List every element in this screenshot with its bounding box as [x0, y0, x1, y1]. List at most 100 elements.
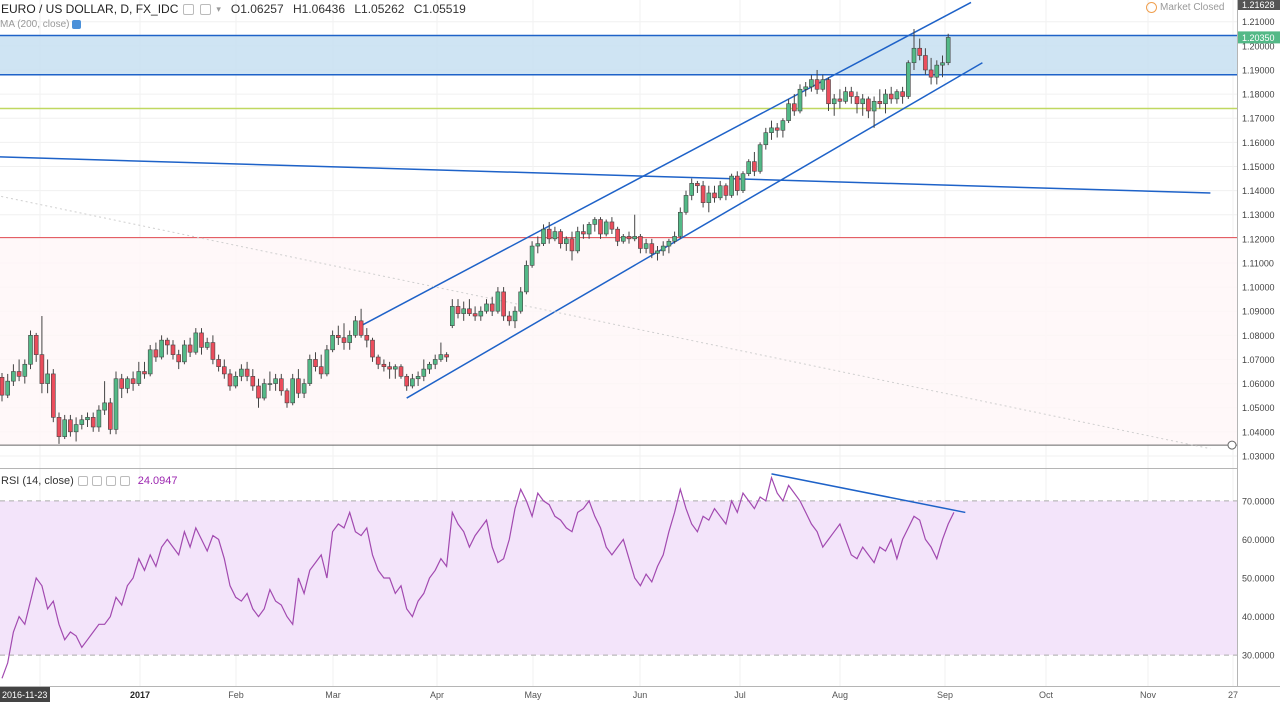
candle-body: [666, 240, 672, 247]
price-tick-label: 1.21000: [1242, 17, 1275, 27]
candle-body: [227, 373, 233, 387]
candle-body: [432, 359, 438, 365]
candle-body: [871, 101, 877, 112]
candle-body: [569, 238, 575, 252]
candle-body: [261, 383, 267, 399]
level-handle: [1227, 440, 1237, 450]
low-value: L1.05262: [354, 2, 405, 16]
candle-body: [278, 378, 284, 392]
candle-body: [489, 303, 495, 312]
visibility-icon[interactable]: [200, 3, 212, 15]
price-tick-label: 1.03000: [1242, 451, 1275, 461]
candle-body: [529, 245, 535, 266]
candle-body: [250, 376, 256, 387]
rsi-legend[interactable]: RSI (14, close) 24.0947: [1, 475, 178, 487]
candle-body: [353, 320, 358, 336]
candle-body: [615, 228, 620, 242]
price-tick-label: 1.04000: [1242, 427, 1275, 437]
candle-body: [786, 103, 791, 121]
price-tick-label: 1.18000: [1242, 90, 1275, 100]
top-price-label: 1.21628: [1242, 0, 1275, 10]
ma-legend[interactable]: MA (200, close): [0, 19, 82, 30]
time-axis[interactable]: 2016-11-23 2017 Feb Mar Apr May Jun Jul Aug Sep Oc…: [0, 687, 1280, 702]
candle-body: [649, 243, 655, 254]
time-tick-label: 27: [1228, 690, 1238, 700]
close-icon[interactable]: [119, 476, 130, 486]
ohlc-values: O1.06257 H1.06436 L1.05262 C1.05519: [231, 2, 472, 16]
candle-body: [438, 354, 444, 360]
candle-body: [934, 64, 940, 78]
candle-body: [130, 378, 136, 384]
candle-body: [809, 79, 814, 88]
candle-body: [28, 335, 33, 365]
price-tick-label: 1.15000: [1242, 162, 1275, 172]
candle-body: [204, 342, 210, 348]
candle-body: [655, 250, 660, 254]
settings-icon[interactable]: [77, 476, 88, 486]
candle-body: [33, 335, 39, 355]
time-tick-label: Jul: [734, 690, 746, 700]
candle-body: [660, 245, 666, 252]
candle-body: [375, 356, 381, 365]
candle-body: [923, 55, 928, 71]
visibility-icon[interactable]: [91, 476, 102, 486]
time-tick-label: Sep: [937, 690, 953, 700]
candle-body: [478, 310, 484, 317]
market-status: Market Closed: [1146, 2, 1224, 13]
candle-body: [632, 236, 638, 240]
price-tick-label: 1.12000: [1242, 234, 1275, 244]
time-tick-label: Mar: [325, 690, 341, 700]
candle-body: [700, 185, 706, 203]
candle-body: [96, 409, 102, 428]
close-value: C1.05519: [413, 2, 466, 16]
candle-body: [187, 344, 193, 353]
candle-body: [335, 335, 341, 339]
candle-body: [677, 211, 683, 237]
candle-body: [113, 378, 119, 430]
symbol-title[interactable]: EURO / US DOLLAR, D, FX_IDC: [1, 2, 178, 16]
settings-icon[interactable]: [183, 3, 195, 15]
add-icon[interactable]: [105, 476, 116, 486]
candle-body: [193, 332, 199, 353]
candle-body: [125, 378, 130, 389]
rsi-value: 24.0947: [137, 475, 178, 487]
candle-body: [603, 221, 609, 235]
candle-body: [780, 120, 786, 131]
candle-body: [774, 127, 780, 131]
candle-body: [449, 306, 455, 326]
rsi-band: [0, 500, 1237, 656]
candle-body: [273, 378, 278, 384]
candle-body: [535, 243, 541, 247]
chart-canvas[interactable]: 1.03000 1.04000 1.05000 1.06000 1.07000 1.080…: [0, 0, 1280, 702]
price-axis[interactable]: 1.03000 1.04000 1.05000 1.06000 1.07000 1.080…: [1237, 0, 1280, 686]
candle-body: [392, 366, 398, 370]
candle-body: [888, 93, 894, 100]
candle-body: [524, 265, 529, 293]
trendline-long_descending: [0, 156, 1211, 194]
candle-body: [267, 383, 273, 385]
rsi-plot[interactable]: [0, 473, 1280, 687]
open-value: O1.06257: [230, 2, 284, 16]
candle-body: [695, 183, 700, 187]
rsi-tick-label: 70.0000: [1242, 496, 1275, 506]
rsi-tick-label: 40.0000: [1242, 612, 1275, 622]
candle-body: [712, 192, 717, 199]
candle-body: [512, 310, 518, 322]
candle-body: [894, 91, 900, 100]
candle-body: [415, 376, 421, 380]
candle-body: [39, 354, 45, 384]
time-tick-label: Oct: [1039, 690, 1054, 700]
candle-body: [159, 339, 164, 358]
price-tick-label: 1.08000: [1242, 331, 1275, 341]
candle-body: [244, 368, 250, 377]
chevron-down-icon[interactable]: ▾: [216, 4, 221, 15]
time-tick-label: 2017: [130, 690, 150, 700]
eye-icon[interactable]: [72, 20, 82, 29]
candle-body: [689, 183, 695, 196]
resistance-zone: [0, 35, 1237, 75]
candle-body: [541, 228, 546, 244]
candle-body: [866, 98, 871, 112]
candle-body: [518, 291, 524, 312]
candle-body: [256, 385, 261, 399]
candle-body: [831, 98, 837, 105]
